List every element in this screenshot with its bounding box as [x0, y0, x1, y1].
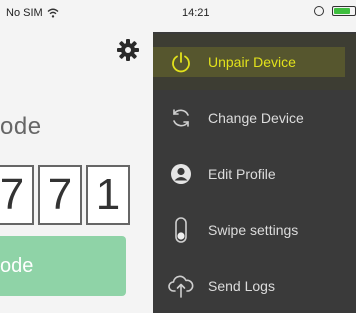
- side-menu-drawer: Unpair Device Change Device Edit Profile…: [153, 32, 356, 313]
- code-digit: 7: [0, 165, 34, 225]
- wifi-icon: [47, 8, 59, 18]
- code-heading: ode: [0, 113, 42, 140]
- code-submit-button[interactable]: ode: [0, 236, 126, 296]
- status-bar: No SIM 14:21: [0, 0, 356, 28]
- battery-icon: [332, 6, 356, 16]
- menu-item-label: Edit Profile: [208, 166, 276, 182]
- status-right: [314, 6, 356, 16]
- battery-level: [334, 8, 350, 14]
- menu-item-change-device[interactable]: Change Device: [153, 90, 356, 146]
- app-screen: No SIM 14:21 ode 7 7 1 ode Unpair Device…: [0, 0, 356, 313]
- profile-icon: [166, 159, 196, 189]
- menu-item-send-logs[interactable]: Send Logs: [153, 258, 356, 313]
- menu-item-swipe-settings[interactable]: Swipe settings: [153, 202, 356, 258]
- refresh-icon: [166, 103, 196, 133]
- menu-item-edit-profile[interactable]: Edit Profile: [153, 146, 356, 202]
- status-time: 14:21: [182, 7, 210, 19]
- menu-item-label: Send Logs: [208, 278, 275, 294]
- settings-gear-icon[interactable]: [115, 37, 141, 63]
- menu-item-unpair-device[interactable]: Unpair Device: [153, 34, 356, 90]
- active-highlight: [153, 47, 345, 77]
- code-digit: 7: [38, 165, 82, 225]
- cloud-upload-icon: [166, 271, 196, 301]
- carrier-label: No SIM: [6, 7, 43, 19]
- menu-item-label: Change Device: [208, 110, 304, 126]
- swipe-icon: [166, 215, 196, 245]
- rotation-lock-icon: [314, 6, 324, 16]
- code-digit: 1: [86, 165, 130, 225]
- carrier-info: No SIM: [6, 7, 59, 19]
- menu-item-label: Swipe settings: [208, 222, 299, 238]
